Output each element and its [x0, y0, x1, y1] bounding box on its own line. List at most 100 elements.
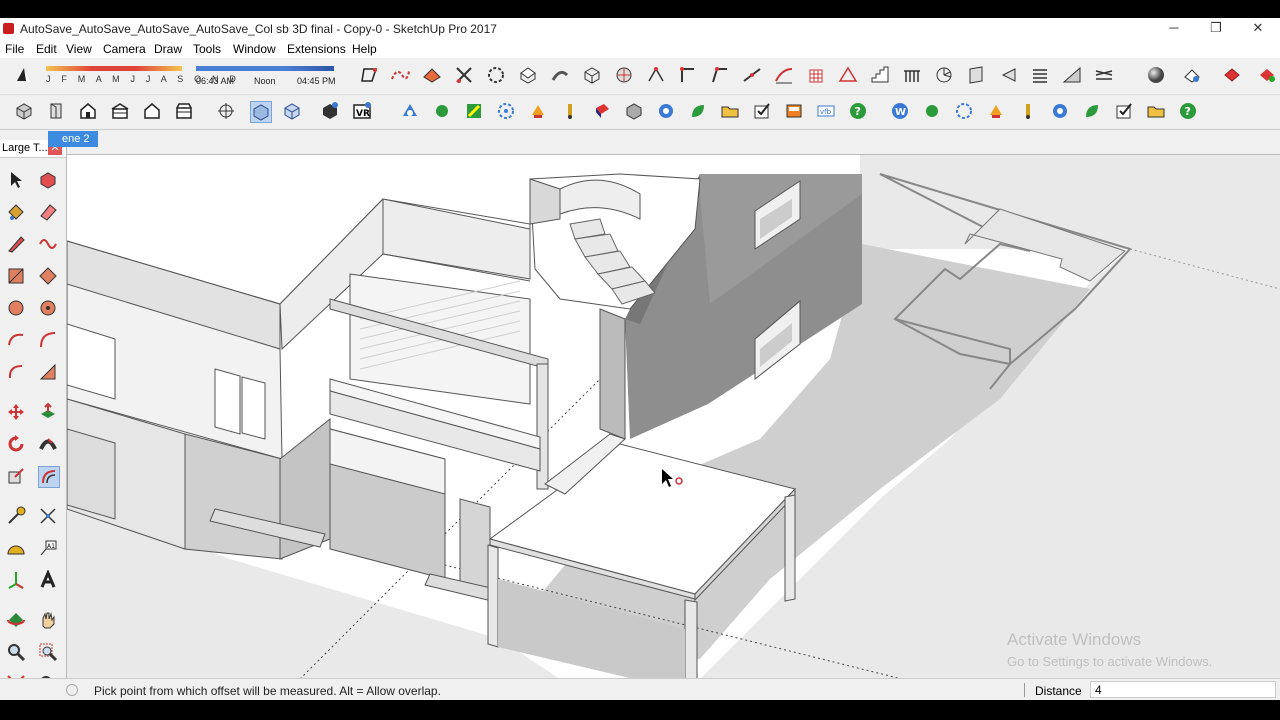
- polygon-icon[interactable]: [38, 298, 58, 318]
- 3d-model-canvas[interactable]: [67, 155, 1280, 691]
- rotate-icon[interactable]: [6, 434, 26, 454]
- menu-file[interactable]: File: [5, 42, 24, 56]
- vray-logo-icon[interactable]: W: [890, 101, 910, 121]
- gear-shape-icon[interactable]: [486, 65, 506, 85]
- stairs-icon[interactable]: [870, 65, 890, 85]
- vfb-icon[interactable]: vfb: [816, 101, 836, 121]
- freehand-icon[interactable]: [38, 234, 58, 254]
- rectangle-icon[interactable]: [6, 266, 26, 286]
- help-icon-2[interactable]: ?: [1178, 101, 1198, 121]
- open-folder-icon[interactable]: [720, 101, 740, 121]
- layers-stack-icon[interactable]: [1030, 65, 1050, 85]
- menu-draw[interactable]: Draw: [154, 42, 182, 56]
- omni-light-icon[interactable]: [560, 101, 580, 121]
- shadows-toggle-icon[interactable]: [14, 65, 34, 85]
- vray-asset-editor-icon[interactable]: [400, 101, 420, 121]
- arc-icon[interactable]: [6, 330, 26, 350]
- railing-icon[interactable]: [902, 65, 922, 85]
- fillet-icon[interactable]: [774, 65, 794, 85]
- red-green-render-icon[interactable]: [1258, 65, 1278, 85]
- box-grid-icon[interactable]: [624, 101, 644, 121]
- vray-icon[interactable]: VR: [352, 101, 372, 121]
- section-plane-icon[interactable]: [360, 65, 380, 85]
- menu-window[interactable]: Window: [233, 42, 276, 56]
- protractor-icon[interactable]: [6, 538, 26, 558]
- ring-light-icon-2[interactable]: [1050, 101, 1070, 121]
- menu-edit[interactable]: Edit: [36, 42, 57, 56]
- check-box-icon[interactable]: [752, 101, 772, 121]
- help-icon[interactable]: ?: [848, 101, 868, 121]
- orbit-icon[interactable]: [6, 610, 26, 630]
- tape-measure-icon[interactable]: [6, 506, 26, 526]
- xray-style-icon[interactable]: [250, 101, 272, 123]
- render-settings-icon[interactable]: [496, 101, 516, 121]
- sandbox-from-contours-icon[interactable]: [422, 65, 442, 85]
- frame-buffer-icon[interactable]: [784, 101, 804, 121]
- scale-icon[interactable]: [6, 466, 26, 486]
- leaf-icon[interactable]: [688, 101, 708, 121]
- green-sphere-icon-2[interactable]: [922, 101, 942, 121]
- move-icon[interactable]: [6, 402, 26, 422]
- light-cone-icon[interactable]: [528, 101, 548, 121]
- wall-panel-icon[interactable]: [966, 65, 986, 85]
- 2-point-arc-icon[interactable]: [38, 330, 58, 350]
- zoom-icon[interactable]: [6, 642, 26, 662]
- arc-tool-icon[interactable]: [646, 65, 666, 85]
- angled-corner-icon[interactable]: [710, 65, 730, 85]
- axes-icon[interactable]: [6, 570, 26, 590]
- minimize-button[interactable]: ─: [1152, 18, 1196, 40]
- right-view-icon[interactable]: [110, 101, 130, 121]
- iso-view-icon[interactable]: [14, 101, 34, 121]
- texture-icon[interactable]: [464, 101, 484, 121]
- restore-button[interactable]: ❐: [1194, 18, 1238, 40]
- leaf-icon-2[interactable]: [1082, 101, 1102, 121]
- camera-render-icon[interactable]: [1182, 65, 1202, 85]
- sphere-tool-icon[interactable]: [614, 65, 634, 85]
- make-component-icon[interactable]: [38, 170, 58, 190]
- model-viewport[interactable]: [67, 154, 1280, 691]
- dimension-icon[interactable]: [38, 506, 58, 526]
- offset-icon[interactable]: [38, 466, 60, 488]
- extrude-icon[interactable]: [518, 65, 538, 85]
- arrow-left-icon[interactable]: [998, 65, 1018, 85]
- left-view-icon[interactable]: [174, 101, 194, 121]
- position-camera-icon[interactable]: [216, 101, 236, 121]
- light-cone-icon-2[interactable]: [986, 101, 1006, 121]
- line-split-icon[interactable]: [742, 65, 762, 85]
- 3-point-arc-icon[interactable]: [6, 362, 26, 382]
- back-view-icon[interactable]: [142, 101, 162, 121]
- scissors-icon[interactable]: [454, 65, 474, 85]
- render-sphere-icon[interactable]: [1146, 65, 1166, 85]
- month-slider[interactable]: [46, 66, 182, 71]
- omni-light-icon-2[interactable]: [1018, 101, 1038, 121]
- menu-camera[interactable]: Camera: [103, 42, 146, 56]
- text-icon[interactable]: A1: [38, 538, 58, 558]
- follow-me-icon[interactable]: [38, 434, 58, 454]
- select-arrow-icon[interactable]: [6, 170, 26, 190]
- geo-location-icon[interactable]: [66, 684, 78, 696]
- check-box-icon-2[interactable]: [1114, 101, 1134, 121]
- building-icon[interactable]: [806, 65, 826, 85]
- paint-bucket-icon[interactable]: [6, 202, 26, 222]
- red-book-icon[interactable]: [592, 101, 612, 121]
- ring-light-icon[interactable]: [656, 101, 676, 121]
- green-sphere-icon[interactable]: [432, 101, 452, 121]
- top-view-icon[interactable]: [46, 101, 66, 121]
- 3d-text-icon[interactable]: [38, 570, 58, 590]
- follow-path-icon[interactable]: [550, 65, 570, 85]
- hidden-line-style-icon[interactable]: [282, 101, 302, 121]
- circle-icon[interactable]: [6, 298, 26, 318]
- close-button[interactable]: ✕: [1236, 18, 1280, 40]
- open-folder-icon-2[interactable]: [1146, 101, 1166, 121]
- red-render-icon[interactable]: [1222, 65, 1242, 85]
- front-view-icon[interactable]: [78, 101, 98, 121]
- menu-extensions[interactable]: Extensions: [287, 42, 346, 56]
- measurements-input[interactable]: 4: [1090, 681, 1276, 698]
- eraser-icon[interactable]: [38, 202, 58, 222]
- corner-icon[interactable]: [678, 65, 698, 85]
- flip-lines-icon[interactable]: [1094, 65, 1114, 85]
- pencil-line-icon[interactable]: [6, 234, 26, 254]
- time-slider[interactable]: [196, 66, 334, 71]
- component-download-icon[interactable]: [320, 101, 340, 121]
- menu-tools[interactable]: Tools: [193, 42, 221, 56]
